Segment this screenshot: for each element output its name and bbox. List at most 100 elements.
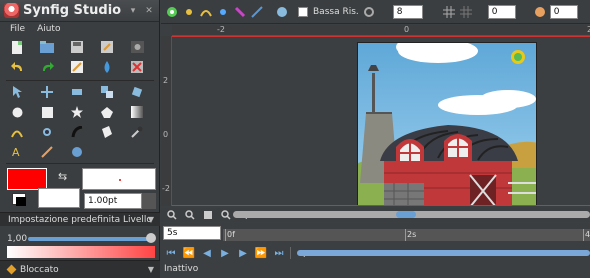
next-keyframe-icon[interactable]: ⏩: [254, 246, 268, 260]
chevron-down-icon: ▼: [147, 265, 154, 274]
gradient-tool-icon[interactable]: [126, 103, 148, 121]
transform-icon[interactable]: [36, 83, 58, 101]
angle-ducks-icon[interactable]: [250, 5, 264, 19]
width-ducks-icon[interactable]: [233, 5, 247, 19]
fill-icon[interactable]: [96, 58, 118, 76]
circle-icon[interactable]: [6, 103, 28, 121]
undo-icon[interactable]: [6, 58, 28, 76]
radius-ducks-icon[interactable]: [216, 5, 230, 19]
quality-field[interactable]: 8: [392, 4, 423, 19]
play-icon[interactable]: ▶: [218, 246, 232, 260]
zoom-in-icon[interactable]: [165, 208, 179, 222]
toggle-ducks-icon[interactable]: [165, 5, 179, 19]
spline-icon[interactable]: [6, 123, 28, 141]
close-icon[interactable]: ✕: [143, 5, 155, 17]
save-icon[interactable]: [66, 38, 88, 56]
save-as-icon[interactable]: [96, 38, 118, 56]
star-icon[interactable]: [66, 103, 88, 121]
opacity-value: 1,00: [7, 234, 28, 244]
blend-diamond-icon: [6, 264, 17, 275]
ruler-label: 0: [163, 130, 169, 139]
blend-method-header[interactable]: Bloccato ▼: [0, 260, 160, 278]
bline-icon[interactable]: [36, 123, 58, 141]
menu-file[interactable]: File: [10, 24, 25, 34]
fill-color-swatch[interactable]: [82, 168, 156, 190]
seek-begin-icon[interactable]: ⏮: [164, 246, 178, 260]
swap-colors-icon[interactable]: ⇆: [58, 170, 67, 183]
scrollbar-thumb[interactable]: [396, 211, 416, 218]
low-res-checkbox[interactable]: [298, 6, 308, 17]
time-zoom-scrollbar[interactable]: [297, 250, 590, 256]
opacity-slider[interactable]: [28, 237, 150, 241]
menu-help[interactable]: Aiuto: [37, 24, 60, 34]
chevron-down-icon: ▼: [147, 215, 154, 224]
svg-text:A: A: [12, 146, 20, 158]
ruler-label: 2: [163, 76, 169, 85]
file-tools: [6, 38, 156, 78]
tangent-ducks-icon[interactable]: [199, 5, 213, 19]
outline-color-swatch[interactable]: [7, 168, 47, 190]
ruler-label: 0: [404, 25, 410, 34]
open-file-icon[interactable]: [36, 38, 58, 56]
settings-icon[interactable]: [362, 5, 376, 19]
render-icon[interactable]: [126, 38, 148, 56]
menubar: File Aiuto: [0, 22, 159, 36]
onion-past-field[interactable]: 0: [487, 4, 516, 19]
seek-end-icon[interactable]: ⏭: [272, 246, 286, 260]
opacity-slider-handle[interactable]: [146, 233, 156, 243]
blend-method-label: Bloccato: [20, 264, 59, 275]
default-layer-label: Impostazione predefinita Livello: [8, 214, 152, 225]
app-title: Synfig Studio: [23, 3, 122, 18]
render-preview-icon[interactable]: [275, 5, 289, 19]
text-icon[interactable]: A: [6, 143, 28, 161]
gradient-swatch[interactable]: [38, 188, 80, 208]
onion-future-field[interactable]: 0: [549, 4, 578, 19]
default-colors-black: [16, 197, 26, 206]
cutout-icon[interactable]: [96, 123, 118, 141]
synfig-logo-icon: [4, 3, 19, 18]
position-ducks-icon[interactable]: [182, 5, 196, 19]
scale-icon[interactable]: [96, 83, 118, 101]
ruler-label: -2: [162, 184, 170, 193]
time-label: 0f: [227, 230, 235, 239]
new-file-icon[interactable]: [6, 38, 28, 56]
vertical-ruler: 2 0 -2: [161, 36, 172, 206]
canvas-toolbar: Bassa Ris. 8 0 0: [161, 0, 590, 24]
low-res-label: Bassa Ris.: [313, 6, 359, 17]
canvas-artwork[interactable]: [357, 42, 537, 206]
canvas-guide: [172, 36, 590, 37]
sketch-icon[interactable]: [66, 143, 88, 161]
pointer-icon[interactable]: [6, 83, 28, 101]
next-frame-icon[interactable]: ▶: [236, 246, 250, 260]
prev-frame-icon[interactable]: ◀: [200, 246, 214, 260]
drawing-tools: A: [6, 83, 156, 163]
rotate-icon[interactable]: [126, 83, 148, 101]
zoom-out-icon[interactable]: [183, 208, 197, 222]
rectangle-icon[interactable]: [36, 103, 58, 121]
draw-icon[interactable]: [66, 123, 88, 141]
gradient-icon[interactable]: [126, 58, 148, 76]
brush-icon[interactable]: [36, 143, 58, 161]
onion-skin-icon[interactable]: [533, 5, 547, 19]
ruler-label: -2: [217, 25, 225, 34]
brush-width-spinner[interactable]: [142, 193, 156, 209]
zoom-100-icon[interactable]: [219, 208, 233, 222]
polygon-icon[interactable]: [96, 103, 118, 121]
window-menu-icon[interactable]: ▾: [127, 5, 139, 17]
canvas-window: Bassa Ris. 8 0 0 -2 0 2 2 0 -2 5s 0f 2s …: [161, 0, 590, 278]
eyedropper-icon[interactable]: [126, 123, 148, 141]
smooth-move-icon[interactable]: [66, 83, 88, 101]
zoom-fit-icon[interactable]: [201, 208, 215, 222]
canvas-guide: [172, 205, 590, 206]
end-time-field[interactable]: 5s: [163, 226, 221, 240]
status-text: Inattivo: [164, 264, 199, 274]
edit-icon[interactable]: [66, 58, 88, 76]
grid-icon[interactable]: [442, 5, 456, 19]
time-tick: [583, 229, 584, 241]
prev-keyframe-icon[interactable]: ⏪: [182, 246, 196, 260]
default-layer-header[interactable]: Impostazione predefinita Livello ▼: [0, 212, 160, 226]
default-gradient-bar[interactable]: [7, 246, 155, 258]
redo-icon[interactable]: [36, 58, 58, 76]
snap-grid-icon[interactable]: [459, 5, 473, 19]
brush-width-field[interactable]: 1.00pt: [84, 193, 142, 209]
